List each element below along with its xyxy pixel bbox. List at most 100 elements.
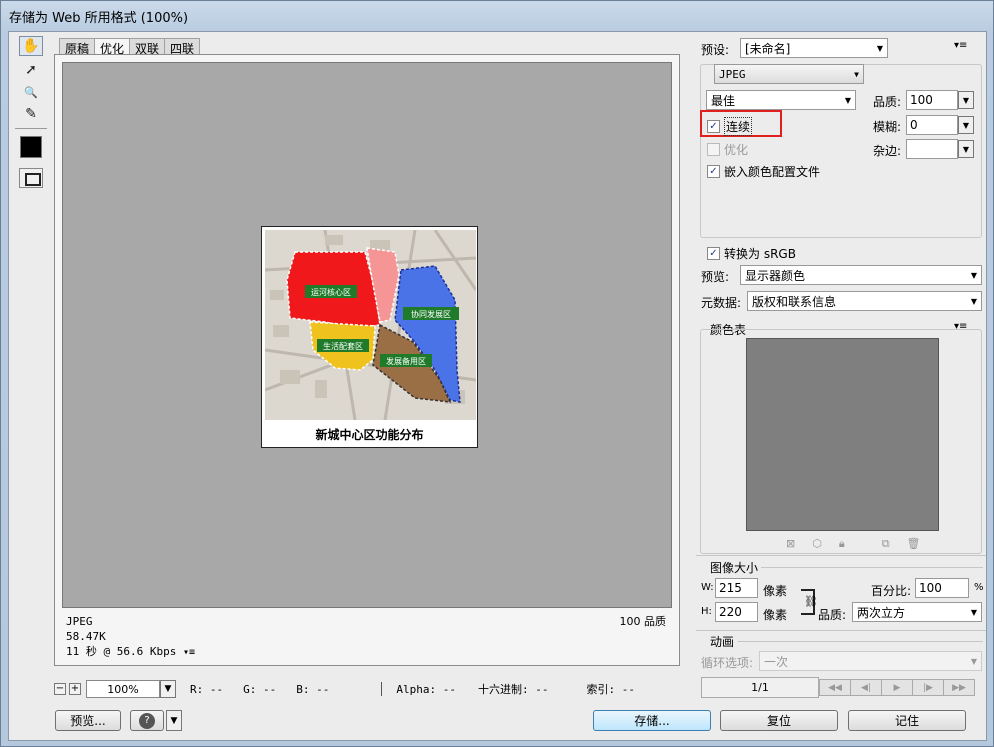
chevron-down-icon: ▼: [970, 271, 977, 280]
slice-select-tool-icon[interactable]: ➚: [19, 60, 43, 80]
eyedropper-tool-icon[interactable]: ✎: [19, 104, 43, 124]
status-divider: [381, 682, 383, 696]
map-label-reserve: 发展备用区: [386, 356, 426, 366]
color-table-actions: ⊠ ⬡ 🔒︎ ⧉ 🗑︎: [786, 537, 921, 551]
section-divider: [696, 555, 986, 556]
image-size-title: 图像大小: [710, 561, 759, 575]
matte-dropdown-arrow[interactable]: ▼: [958, 140, 974, 158]
readout-alpha: Alpha: --: [396, 682, 456, 696]
district-map-graphic: 运河核心区 协同发展区 生活配套区 发展备用区: [265, 230, 476, 420]
previous-frame-icon[interactable]: ◀|: [850, 679, 882, 696]
readout-r: R: --: [190, 682, 224, 696]
frame-counter: 1/1: [701, 677, 819, 698]
metadata-select[interactable]: 版权和联系信息 ▼: [747, 291, 982, 311]
progressive-checkbox[interactable]: ✓ 连续: [707, 117, 753, 136]
percent-field[interactable]: 100: [915, 578, 969, 598]
format-select[interactable]: JPEG ▼: [714, 64, 864, 84]
tool-divider: [15, 128, 47, 129]
animation-controls: ◀◀ ◀| ▶ |▶ ▶▶: [819, 679, 975, 696]
browser-dropdown-arrow[interactable]: ▼: [166, 710, 182, 731]
width-unit: 像素: [763, 584, 788, 598]
readout-index: 索引: --: [586, 683, 635, 696]
browser-select-button[interactable]: ?: [130, 710, 164, 731]
preview-canvas[interactable]: 运河核心区 协同发展区 生活配套区 发展备用区 新城中心区功能分布: [62, 62, 672, 608]
section-divider: [761, 567, 983, 568]
dialog-body: ✋ ➚ 🔍 ✎ 原稿 优化 双联 四联 运河核心区 协同发展区 生活配套区 发展…: [8, 31, 987, 741]
info-download-time: 11 秒 @ 56.6 Kbps ▾≡: [66, 645, 196, 658]
width-label: W:: [701, 582, 714, 593]
web-shift-icon[interactable]: ⬡: [812, 537, 822, 551]
resample-quality-label: 品质:: [818, 608, 847, 622]
first-frame-icon[interactable]: ◀◀: [819, 679, 851, 696]
next-frame-icon[interactable]: |▶: [912, 679, 944, 696]
zoom-level-field[interactable]: 100%: [86, 680, 160, 698]
zoom-dropdown-arrow[interactable]: ▼: [160, 680, 176, 698]
last-frame-icon[interactable]: ▶▶: [943, 679, 975, 696]
info-format: JPEG: [66, 615, 93, 628]
chevron-down-icon: ▼: [854, 70, 859, 79]
preview-in-browser-button[interactable]: 预览...: [55, 710, 121, 731]
chevron-down-icon: ▼: [970, 608, 977, 617]
chevron-down-icon: ▼: [844, 96, 851, 105]
color-table-swatches[interactable]: [746, 338, 939, 531]
animation-title: 动画: [710, 635, 735, 649]
window-title: 存储为 Web 所用格式 (100%): [9, 11, 189, 26]
width-field[interactable]: 215: [715, 578, 758, 598]
zoom-out-button[interactable]: −: [54, 683, 66, 695]
preview-pane: 运河核心区 协同发展区 生活配套区 发展备用区 新城中心区功能分布 JPEG 5…: [54, 54, 680, 666]
preset-select[interactable]: [未命名] ▼: [740, 38, 888, 58]
blur-label: 模糊:: [873, 120, 902, 134]
readout-hex: 十六进制: --: [477, 683, 549, 696]
loop-options-select[interactable]: 一次 ▼: [759, 651, 982, 671]
status-bar: − + 100% ▼ R: -- G: -- B: -- Alpha: -- 十…: [54, 678, 680, 700]
preset-label: 预设:: [701, 43, 730, 57]
chevron-down-icon: ▼: [970, 657, 977, 666]
quality-field[interactable]: 100: [906, 90, 958, 110]
map-label-core: 运河核心区: [311, 287, 351, 297]
map-label-living: 生活配套区: [323, 341, 363, 351]
info-file-size: 58.47K: [66, 630, 106, 643]
blur-field[interactable]: 0: [906, 115, 958, 135]
metadata-label: 元数据:: [701, 296, 742, 310]
embed-profile-checkbox[interactable]: ✓ 嵌入颜色配置文件: [707, 163, 820, 180]
percent-unit: %: [974, 582, 984, 593]
hand-tool-icon[interactable]: ✋: [19, 36, 43, 56]
matte-color-field[interactable]: [906, 139, 958, 159]
eyedropper-color-swatch[interactable]: [20, 136, 42, 158]
readout-b: B: --: [296, 682, 330, 696]
readout-g: G: --: [243, 682, 277, 696]
optimized-image-preview: 运河核心区 协同发展区 生活配套区 发展备用区 新城中心区功能分布: [261, 226, 478, 448]
zoom-tool-icon[interactable]: 🔍: [19, 82, 43, 102]
chevron-down-icon: ▼: [876, 44, 883, 53]
new-color-icon[interactable]: ⧉: [882, 537, 890, 551]
download-rate-menu-icon[interactable]: ▾≡: [183, 647, 195, 658]
map-caption: 新城中心区功能分布: [315, 428, 424, 442]
toggle-slices-visibility-icon[interactable]: [19, 168, 43, 188]
optimize-menu-icon[interactable]: ▾≡: [954, 40, 967, 51]
quality-slider-arrow[interactable]: ▼: [958, 91, 974, 109]
lock-color-icon[interactable]: 🔒︎: [839, 537, 845, 551]
trash-icon[interactable]: 🗑︎: [907, 537, 921, 551]
chevron-down-icon: ▼: [970, 297, 977, 306]
info-quality: 100 品质: [619, 615, 667, 628]
height-field[interactable]: 220: [715, 602, 758, 622]
convert-srgb-checkbox[interactable]: ✓ 转换为 sRGB: [707, 245, 796, 262]
preview-color-select[interactable]: 显示器颜色 ▼: [740, 265, 982, 285]
loop-options-label: 循环选项:: [701, 656, 754, 670]
quality-label: 品质:: [873, 95, 902, 109]
chain-link-icon[interactable]: ⛓: [804, 595, 818, 608]
optimized-checkbox[interactable]: 优化: [707, 141, 748, 158]
map-transparency-icon[interactable]: ⊠: [786, 537, 795, 551]
resample-quality-select[interactable]: 两次立方 ▼: [852, 602, 982, 622]
browser-icon: ?: [139, 712, 155, 729]
preview-label: 预览:: [701, 270, 730, 284]
height-label: H:: [701, 606, 712, 617]
quality-preset-select[interactable]: 最佳 ▼: [706, 90, 856, 110]
optimization-info: JPEG 58.47K 11 秒 @ 56.6 Kbps ▾≡ 100 品质: [62, 612, 672, 660]
settings-panel: 预设: [未命名] ▼ ▾≡ JPEG ▼ 最佳 ▼ 品质: 100 ▼ ✓ 连续 模糊…: [686, 32, 986, 742]
matte-label: 杂边:: [873, 144, 902, 158]
percent-label: 百分比:: [871, 584, 912, 598]
blur-slider-arrow[interactable]: ▼: [958, 116, 974, 134]
play-icon[interactable]: ▶: [881, 679, 913, 696]
zoom-in-button[interactable]: +: [69, 683, 81, 695]
